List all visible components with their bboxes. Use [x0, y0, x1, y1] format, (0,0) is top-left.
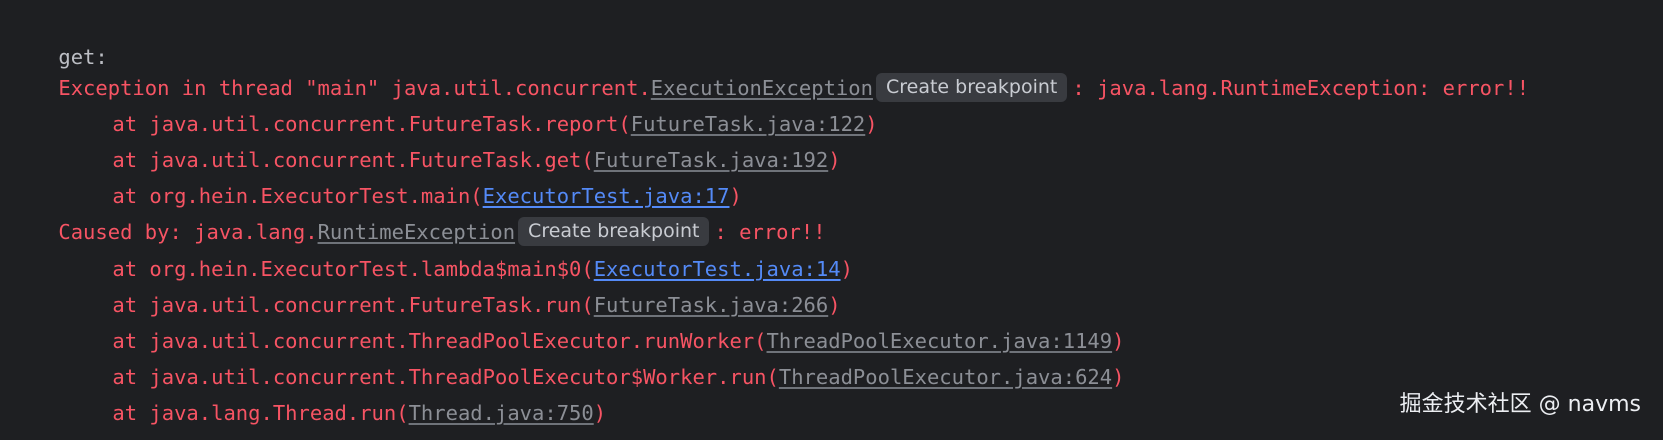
stack-frame-line: at java.util.concurrent.ThreadPoolExecut…	[63, 287, 1124, 353]
stack-frame-method: at java.lang.Thread.run(	[112, 401, 409, 425]
stack-frame-close: )	[840, 257, 853, 281]
stack-frame-line: at org.hein.ExecutorTest.main(ExecutorTe…	[63, 142, 741, 208]
console-output: get: Exception in thread "main" java.uti…	[0, 0, 1663, 440]
stack-frame-line: at java.util.concurrent.ThreadPoolExecut…	[63, 323, 1124, 389]
stack-frame-close: )	[828, 148, 841, 172]
exception-message-suffix: : java.lang.RuntimeException: error!!	[1072, 76, 1530, 100]
stack-frame-close: )	[865, 112, 878, 136]
stack-frame-line: at org.hein.ExecutorTest.lambda$main$0(E…	[63, 215, 853, 281]
exception-header-line: Exception in thread "main" java.util.con…	[9, 34, 1529, 102]
stack-frame-line: at java.lang.Thread.run(Thread.java:750)	[63, 359, 606, 425]
stack-frame-line: at java.util.concurrent.FutureTask.get(F…	[63, 106, 840, 172]
stack-frame-line: at java.util.concurrent.FutureTask.run(F…	[63, 251, 840, 317]
caused-by-line: Caused by: java.lang.RuntimeException Cre…	[9, 178, 826, 246]
watermark: 掘金技术社区 @ navms	[1399, 392, 1641, 417]
stack-frame-line: at java.util.concurrent.FutureTask.repor…	[63, 70, 877, 136]
stack-frame-close: )	[1112, 365, 1125, 389]
source-location-link[interactable]: Thread.java:750	[409, 401, 594, 425]
source-location-link[interactable]: ThreadPoolExecutor.java:624	[779, 365, 1112, 389]
create-breakpoint-button[interactable]: Create breakpoint	[875, 72, 1068, 102]
stack-frame-close: )	[593, 401, 607, 425]
